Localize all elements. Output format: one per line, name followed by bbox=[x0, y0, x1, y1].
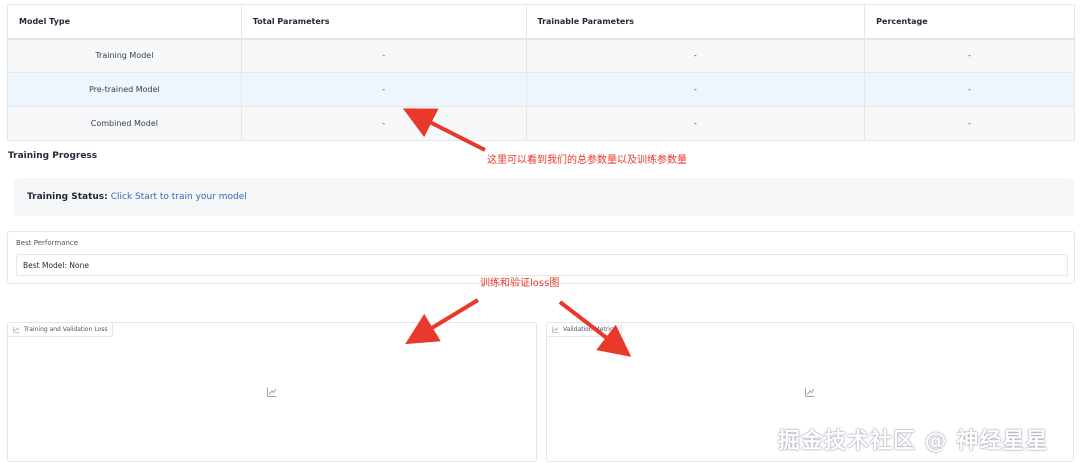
cell-percentage: - bbox=[864, 38, 1075, 73]
training-status-label: Training Status: bbox=[27, 192, 108, 202]
chart-icon bbox=[552, 326, 559, 333]
cell-trainable-parameters: - bbox=[525, 106, 866, 141]
header-total-parameters: Total Parameters bbox=[240, 4, 527, 40]
params-annotation: 这里可以看到我们的总参数量以及训练参数量 bbox=[487, 155, 687, 166]
header-model-type: Model Type bbox=[7, 4, 242, 40]
table-row: Pre-trained Model - - - bbox=[7, 72, 1075, 107]
watermark: 掘金技术社区 @ 神经星星 bbox=[778, 429, 1049, 454]
cell-percentage: - bbox=[864, 106, 1075, 141]
empty-chart-icon bbox=[805, 387, 815, 397]
loss-annotation: 训练和验证loss图 bbox=[480, 278, 560, 289]
cell-total-parameters: - bbox=[240, 72, 527, 107]
plot-title: Training and Validation Loss bbox=[24, 326, 108, 333]
table-row: Training Model - - - bbox=[7, 38, 1075, 73]
plot-label-tag: Validation Metrics bbox=[547, 323, 623, 337]
cell-model-type: Training Model bbox=[7, 38, 242, 73]
header-percentage: Percentage bbox=[864, 4, 1075, 40]
plot-title: Validation Metrics bbox=[563, 326, 617, 333]
table-header-row: Model Type Total Parameters Trainable Pa… bbox=[7, 4, 1075, 40]
chart-icon bbox=[13, 326, 20, 333]
cell-total-parameters: - bbox=[240, 106, 527, 141]
best-performance-label: Best Performance bbox=[16, 239, 79, 247]
training-status-box: Training Status: Click Start to train yo… bbox=[14, 178, 1074, 216]
training-progress-title: Training Progress bbox=[8, 151, 98, 161]
training-status-value: Click Start to train your model bbox=[110, 192, 247, 202]
cell-trainable-parameters: - bbox=[525, 72, 866, 107]
best-model-field[interactable]: Best Model: None bbox=[16, 254, 1068, 276]
cell-model-type: Combined Model bbox=[7, 106, 242, 141]
training-validation-loss-plot: Training and Validation Loss bbox=[7, 322, 537, 462]
empty-chart-icon bbox=[267, 387, 277, 397]
table-row: Combined Model - - - bbox=[7, 106, 1075, 141]
plot-label-tag: Training and Validation Loss bbox=[8, 323, 114, 337]
cell-percentage: - bbox=[864, 72, 1075, 107]
parameter-table: Model Type Total Parameters Trainable Pa… bbox=[7, 4, 1075, 141]
header-trainable-parameters: Trainable Parameters bbox=[525, 4, 866, 40]
cell-model-type: Pre-trained Model bbox=[7, 72, 242, 107]
cell-total-parameters: - bbox=[240, 38, 527, 73]
cell-trainable-parameters: - bbox=[525, 38, 866, 73]
